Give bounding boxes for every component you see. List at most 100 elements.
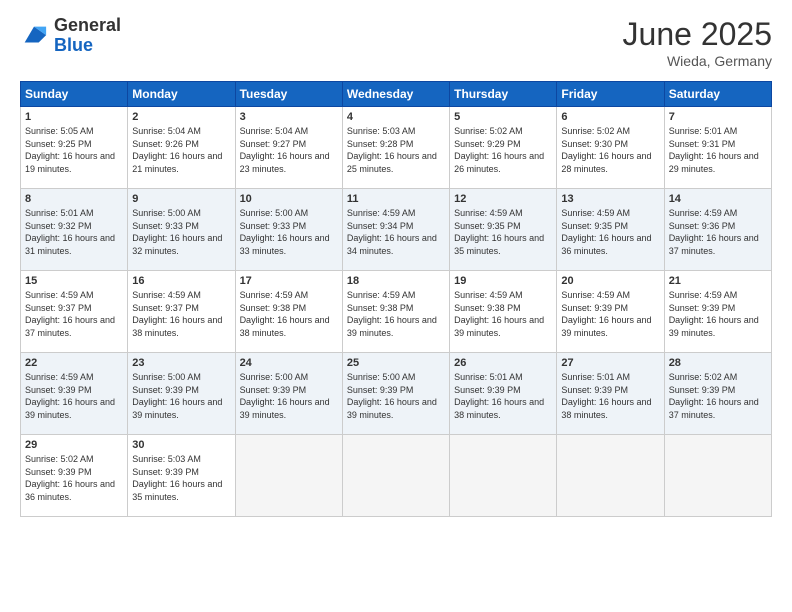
table-row: 27 Sunrise: 5:01 AMSunset: 9:39 PMDayligh… (557, 353, 664, 435)
logo-text: General Blue (54, 16, 121, 56)
day-number: 21 (669, 275, 767, 287)
table-row: 13 Sunrise: 4:59 AMSunset: 9:35 PMDayligh… (557, 189, 664, 271)
calendar-week-row: 29 Sunrise: 5:02 AMSunset: 9:39 PMDayligh… (21, 435, 772, 517)
col-saturday: Saturday (664, 82, 771, 107)
table-row (664, 435, 771, 517)
day-number: 8 (25, 193, 123, 205)
day-info: Sunrise: 5:02 AMSunset: 9:29 PMDaylight:… (454, 125, 552, 175)
day-info: Sunrise: 4:59 AMSunset: 9:38 PMDaylight:… (240, 289, 338, 339)
day-info: Sunrise: 4:59 AMSunset: 9:35 PMDaylight:… (561, 207, 659, 257)
day-info: Sunrise: 4:59 AMSunset: 9:39 PMDaylight:… (669, 289, 767, 339)
table-row: 3 Sunrise: 5:04 AMSunset: 9:27 PMDaylight… (235, 107, 342, 189)
table-row: 5 Sunrise: 5:02 AMSunset: 9:29 PMDaylight… (450, 107, 557, 189)
day-number: 19 (454, 275, 552, 287)
day-info: Sunrise: 5:01 AMSunset: 9:31 PMDaylight:… (669, 125, 767, 175)
logo-icon (20, 22, 48, 50)
table-row: 12 Sunrise: 4:59 AMSunset: 9:35 PMDayligh… (450, 189, 557, 271)
table-row: 16Sunrise: 4:59 AMSunset: 9:37 PMDayligh… (128, 271, 235, 353)
logo-blue-text: Blue (54, 36, 121, 56)
table-row: 11Sunrise: 4:59 AMSunset: 9:34 PMDayligh… (342, 189, 449, 271)
day-info: Sunrise: 5:03 AMSunset: 9:28 PMDaylight:… (347, 125, 445, 175)
table-row: 26 Sunrise: 5:01 AMSunset: 9:39 PMDayligh… (450, 353, 557, 435)
table-row: 20 Sunrise: 4:59 AMSunset: 9:39 PMDayligh… (557, 271, 664, 353)
day-info: Sunrise: 5:00 AMSunset: 9:33 PMDaylight:… (240, 207, 338, 257)
table-row: 1Sunrise: 5:05 AMSunset: 9:25 PMDaylight… (21, 107, 128, 189)
calendar-week-row: 22Sunrise: 4:59 AMSunset: 9:39 PMDayligh… (21, 353, 772, 435)
day-number: 14 (669, 193, 767, 205)
table-row: 2 Sunrise: 5:04 AMSunset: 9:26 PMDaylight… (128, 107, 235, 189)
calendar-week-row: 1Sunrise: 5:05 AMSunset: 9:25 PMDaylight… (21, 107, 772, 189)
calendar-header-row: Sunday Monday Tuesday Wednesday Thursday… (21, 82, 772, 107)
table-row (557, 435, 664, 517)
logo: General Blue (20, 16, 121, 56)
day-info: Sunrise: 4:59 AMSunset: 9:38 PMDaylight:… (347, 289, 445, 339)
table-row: 18 Sunrise: 4:59 AMSunset: 9:38 PMDayligh… (342, 271, 449, 353)
day-number: 1 (25, 111, 123, 123)
day-info: Sunrise: 4:59 AMSunset: 9:39 PMDaylight:… (561, 289, 659, 339)
day-number: 12 (454, 193, 552, 205)
table-row (450, 435, 557, 517)
calendar-week-row: 8 Sunrise: 5:01 AMSunset: 9:32 PMDaylight… (21, 189, 772, 271)
day-number: 13 (561, 193, 659, 205)
day-number: 16 (132, 275, 230, 287)
day-info: Sunrise: 5:02 AMSunset: 9:39 PMDaylight:… (25, 453, 123, 503)
table-row (235, 435, 342, 517)
calendar-title: June 2025 (623, 16, 772, 53)
day-info: Sunrise: 5:00 AMSunset: 9:39 PMDaylight:… (132, 371, 230, 421)
day-info: Sunrise: 5:03 AMSunset: 9:39 PMDaylight:… (132, 453, 230, 503)
day-number: 23 (132, 357, 230, 369)
day-info: Sunrise: 4:59 AMSunset: 9:36 PMDaylight:… (669, 207, 767, 257)
day-number: 10 (240, 193, 338, 205)
table-row: 29 Sunrise: 5:02 AMSunset: 9:39 PMDayligh… (21, 435, 128, 517)
day-info: Sunrise: 5:02 AMSunset: 9:39 PMDaylight:… (669, 371, 767, 421)
logo-general-text: General (54, 16, 121, 36)
day-number: 29 (25, 439, 123, 451)
day-number: 30 (132, 439, 230, 451)
day-number: 18 (347, 275, 445, 287)
day-info: Sunrise: 4:59 AMSunset: 9:38 PMDaylight:… (454, 289, 552, 339)
day-number: 27 (561, 357, 659, 369)
col-thursday: Thursday (450, 82, 557, 107)
day-info: Sunrise: 5:01 AMSunset: 9:39 PMDaylight:… (561, 371, 659, 421)
day-number: 24 (240, 357, 338, 369)
day-info: Sunrise: 5:00 AMSunset: 9:33 PMDaylight:… (132, 207, 230, 257)
day-number: 28 (669, 357, 767, 369)
day-info: Sunrise: 5:01 AMSunset: 9:32 PMDaylight:… (25, 207, 123, 257)
day-info: Sunrise: 5:00 AMSunset: 9:39 PMDaylight:… (347, 371, 445, 421)
table-row: 8 Sunrise: 5:01 AMSunset: 9:32 PMDaylight… (21, 189, 128, 271)
day-info: Sunrise: 5:04 AMSunset: 9:27 PMDaylight:… (240, 125, 338, 175)
day-number: 26 (454, 357, 552, 369)
day-info: Sunrise: 4:59 AMSunset: 9:35 PMDaylight:… (454, 207, 552, 257)
day-number: 5 (454, 111, 552, 123)
table-row: 21 Sunrise: 4:59 AMSunset: 9:39 PMDayligh… (664, 271, 771, 353)
day-info: Sunrise: 4:59 AMSunset: 9:37 PMDaylight:… (25, 289, 123, 339)
table-row: 10 Sunrise: 5:00 AMSunset: 9:33 PMDayligh… (235, 189, 342, 271)
col-monday: Monday (128, 82, 235, 107)
calendar-location: Wieda, Germany (623, 53, 772, 69)
col-friday: Friday (557, 82, 664, 107)
day-number: 15 (25, 275, 123, 287)
table-row: 23 Sunrise: 5:00 AMSunset: 9:39 PMDayligh… (128, 353, 235, 435)
col-wednesday: Wednesday (342, 82, 449, 107)
title-block: June 2025 Wieda, Germany (623, 16, 772, 69)
table-row: 17Sunrise: 4:59 AMSunset: 9:38 PMDayligh… (235, 271, 342, 353)
table-row: 19 Sunrise: 4:59 AMSunset: 9:38 PMDayligh… (450, 271, 557, 353)
day-number: 2 (132, 111, 230, 123)
table-row: 28 Sunrise: 5:02 AMSunset: 9:39 PMDayligh… (664, 353, 771, 435)
day-info: Sunrise: 5:04 AMSunset: 9:26 PMDaylight:… (132, 125, 230, 175)
day-info: Sunrise: 5:02 AMSunset: 9:30 PMDaylight:… (561, 125, 659, 175)
table-row: 22Sunrise: 4:59 AMSunset: 9:39 PMDayligh… (21, 353, 128, 435)
calendar-table: Sunday Monday Tuesday Wednesday Thursday… (20, 81, 772, 517)
day-number: 22 (25, 357, 123, 369)
table-row: 25Sunrise: 5:00 AMSunset: 9:39 PMDayligh… (342, 353, 449, 435)
day-info: Sunrise: 5:00 AMSunset: 9:39 PMDaylight:… (240, 371, 338, 421)
table-row (342, 435, 449, 517)
day-info: Sunrise: 5:01 AMSunset: 9:39 PMDaylight:… (454, 371, 552, 421)
day-number: 20 (561, 275, 659, 287)
day-number: 7 (669, 111, 767, 123)
calendar-week-row: 15 Sunrise: 4:59 AMSunset: 9:37 PMDayligh… (21, 271, 772, 353)
table-row: 24 Sunrise: 5:00 AMSunset: 9:39 PMDayligh… (235, 353, 342, 435)
day-number: 3 (240, 111, 338, 123)
page: General Blue June 2025 Wieda, Germany Su… (0, 0, 792, 612)
header: General Blue June 2025 Wieda, Germany (20, 16, 772, 69)
